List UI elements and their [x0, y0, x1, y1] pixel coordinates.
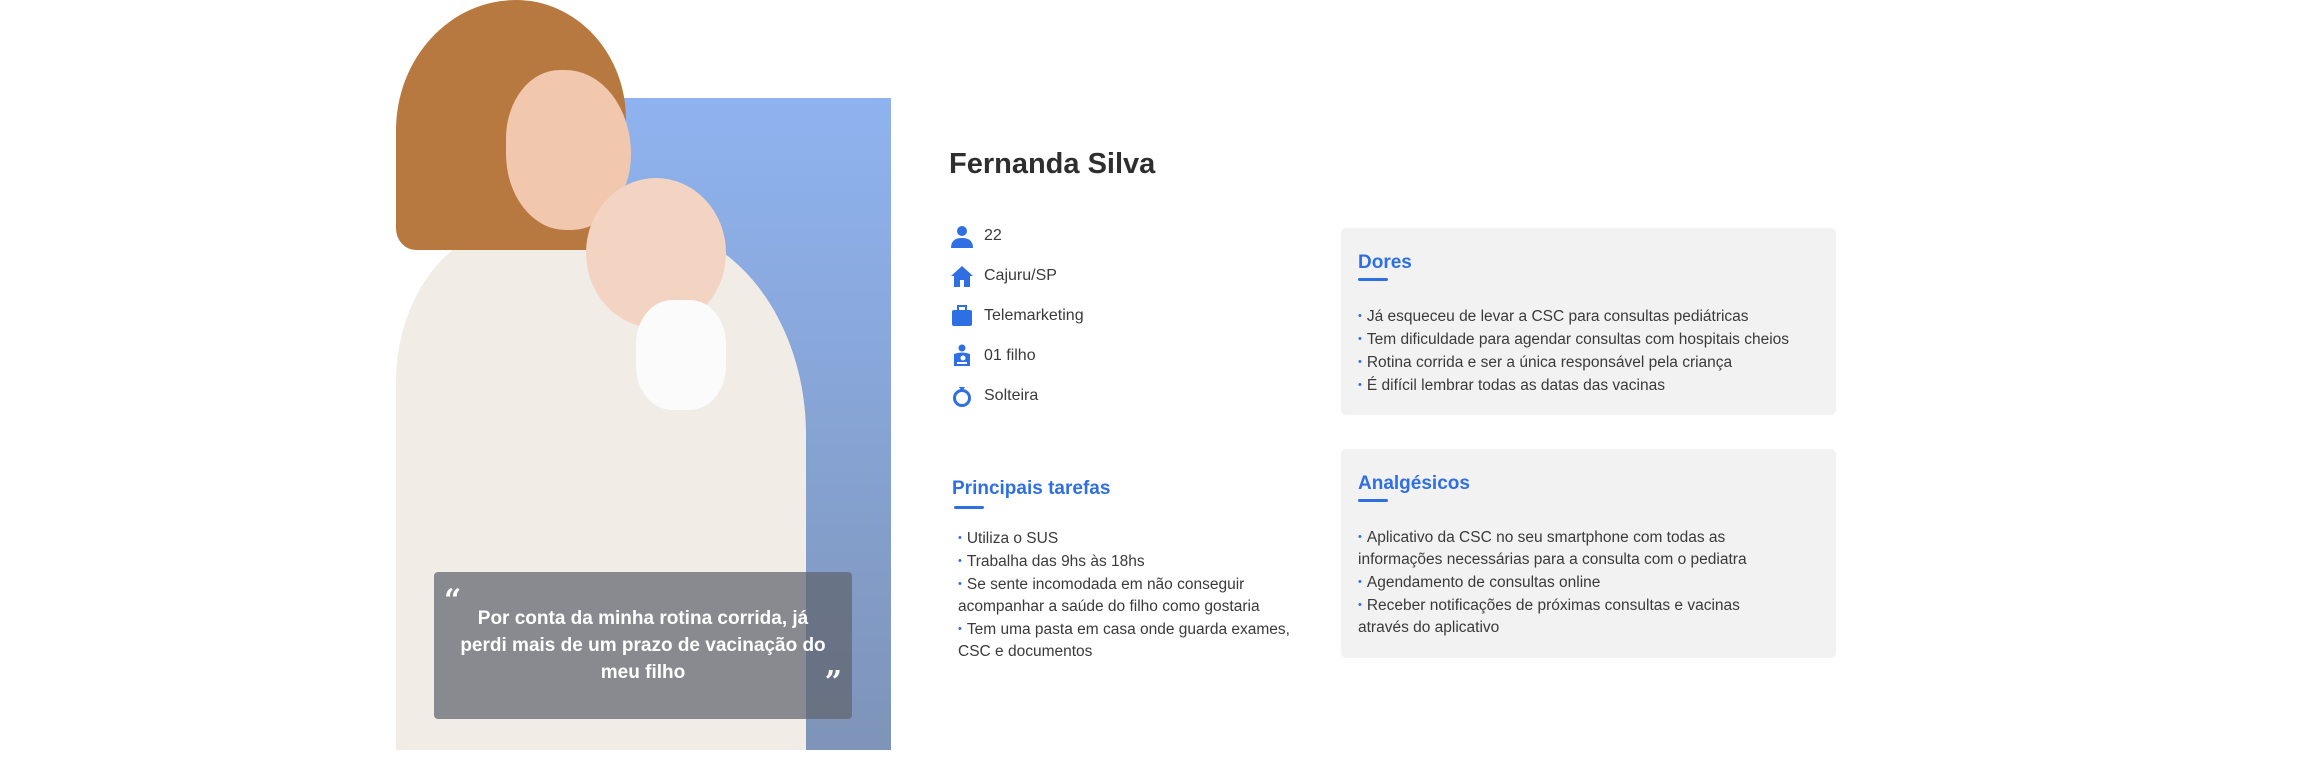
pains-title-underline — [1358, 278, 1388, 281]
list-item: Trabalha das 9hs às 18hs — [958, 550, 1298, 573]
gains-title: Analgésicos — [1358, 473, 1470, 494]
ring-icon — [953, 387, 971, 407]
info-marital-status: Solteira — [950, 384, 1038, 408]
info-value: Telemarketing — [984, 307, 1084, 324]
pains-list: Já esqueceu de levar a CSC para consulta… — [1358, 305, 1818, 397]
tasks-list: Utiliza o SUS Trabalha das 9hs às 18hs S… — [958, 527, 1298, 663]
info-value: 01 filho — [984, 347, 1036, 364]
pains-title: Dores — [1358, 252, 1412, 273]
list-item: Tem dificuldade para agendar consultas c… — [1358, 328, 1818, 351]
gains-title-underline — [1358, 499, 1388, 502]
list-item: Se sente incomodada em não conseguir aco… — [958, 573, 1298, 618]
info-value: Solteira — [984, 387, 1039, 404]
photo-baby-arm — [636, 300, 726, 410]
pains-card: Dores Já esqueceu de levar a CSC para co… — [1341, 228, 1836, 415]
info-value: Cajuru/SP — [984, 267, 1057, 284]
gains-card: Analgésicos Aplicativo da CSC no seu sma… — [1341, 449, 1836, 658]
info-value: 22 — [984, 227, 1002, 244]
list-item: Tem uma pasta em casa onde guarda exames… — [958, 618, 1298, 663]
quote-text: Por conta da minha rotina corrida, já pe… — [460, 608, 826, 683]
home-icon — [951, 266, 973, 287]
persona-quote: “ Por conta da minha rotina corrida, já … — [434, 572, 852, 719]
info-children: 01 filho — [950, 344, 1036, 368]
person-icon — [951, 226, 973, 248]
persona-name: Fernanda Silva — [949, 148, 1156, 180]
briefcase-icon — [952, 305, 972, 326]
gains-list: Aplicativo da CSC no seu smartphone com … — [1358, 526, 1788, 639]
tasks-title: Principais tarefas — [952, 478, 1111, 499]
info-age: 22 — [950, 224, 1002, 248]
info-location: Cajuru/SP — [950, 264, 1057, 288]
info-occupation: Telemarketing — [950, 304, 1084, 328]
list-item: Rotina corrida e ser a única responsável… — [1358, 351, 1818, 374]
list-item: Já esqueceu de levar a CSC para consulta… — [1358, 305, 1818, 328]
child-icon — [954, 344, 970, 366]
list-item: Aplicativo da CSC no seu smartphone com … — [1358, 526, 1788, 571]
list-item: Receber notificações de próximas consult… — [1358, 594, 1788, 639]
tasks-title-underline — [954, 506, 984, 509]
list-item: É difícil lembrar todas as datas das vac… — [1358, 374, 1818, 397]
quote-close-icon: ” — [824, 665, 842, 700]
list-item: Agendamento de consultas online — [1358, 571, 1788, 594]
list-item: Utiliza o SUS — [958, 527, 1298, 550]
